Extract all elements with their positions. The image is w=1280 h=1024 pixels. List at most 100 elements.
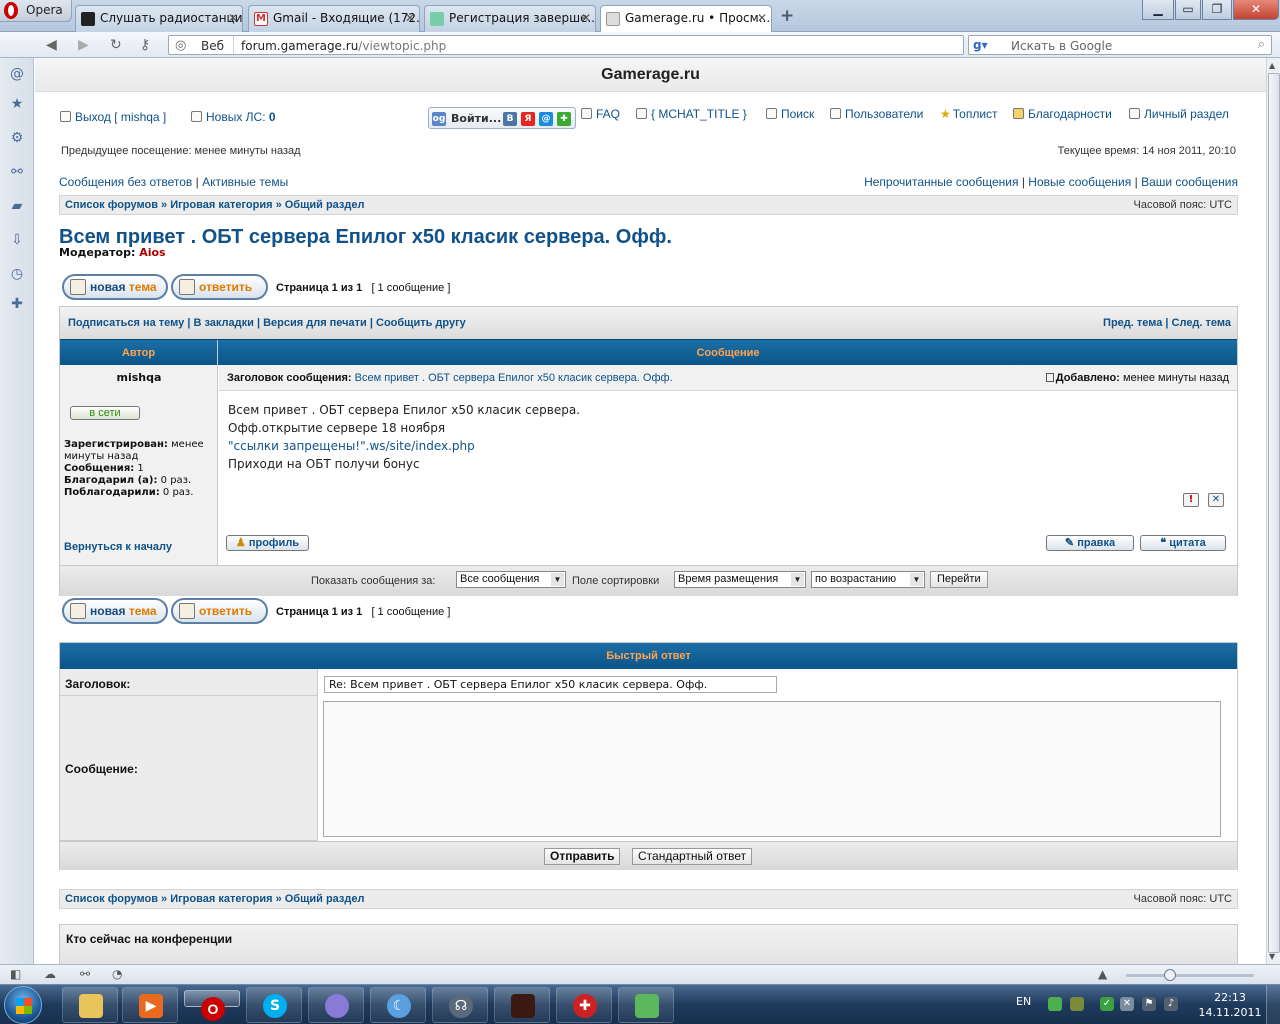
forward-icon[interactable]: ▶ (78, 37, 89, 53)
restore-button[interactable]: ▭ (1175, 0, 1201, 20)
author-name[interactable]: mishqa (60, 371, 218, 384)
action-center-icon[interactable]: ⚑ (1142, 997, 1156, 1011)
back-to-top-link[interactable]: Вернуться к началу (64, 541, 172, 553)
standard-reply-button[interactable]: Стандартный ответ (632, 848, 753, 865)
turbo-cloud-icon[interactable]: ☁ (44, 967, 56, 981)
edit-button[interactable]: ✎ правка (1046, 535, 1134, 551)
unite-icon[interactable]: ⚯ (80, 967, 90, 981)
tab-registration[interactable]: Регистрация заверше... ✕ (424, 5, 596, 32)
volume-icon[interactable]: ♪ (1164, 997, 1178, 1011)
sort-field-select[interactable]: Время размещения ▼ (674, 571, 806, 588)
opera-menu-button[interactable]: Opera (0, 0, 72, 22)
back-icon[interactable]: ◀ (46, 37, 57, 53)
topic-nav-links[interactable]: Пред. тема | След. тема (1103, 317, 1231, 329)
message-textarea[interactable] (323, 701, 1221, 837)
start-button[interactable] (4, 986, 42, 1024)
topic-options-links[interactable]: Подписаться на тему | В закладки | Верси… (68, 317, 466, 329)
new-pm-link[interactable]: Новых ЛС: 0 (191, 110, 276, 124)
search-icon[interactable]: ⌕ (1258, 37, 1265, 52)
scroll-thumb[interactable] (1268, 73, 1280, 953)
reply-button[interactable]: ответить (171, 598, 268, 624)
tab-gmail[interactable]: M Gmail - Входящие (172... ✕ (248, 5, 420, 32)
reload-icon[interactable]: ↻ (110, 37, 122, 53)
mail-icon[interactable]: @ (9, 66, 25, 82)
zoom-slider[interactable] (1126, 969, 1254, 981)
zoom-knob[interactable] (1164, 969, 1176, 981)
minimize-button[interactable]: ▁ (1142, 0, 1174, 20)
personal-link[interactable]: Личный раздел (1129, 107, 1229, 121)
taskbar-app2[interactable]: ☾ (370, 987, 426, 1023)
taskbar-plus-app[interactable]: ✚ (556, 987, 612, 1023)
social-login-box[interactable]: og Войти... В Я @ ✚ (428, 107, 576, 129)
taskbar-skype[interactable]: S (246, 987, 302, 1023)
tab-radio[interactable]: Слушать радиостанци... ✕ (75, 5, 243, 32)
address-bar[interactable]: ◎ Веб forum.gamerage.ru/viewtopic.php (168, 35, 964, 55)
add-panel-icon[interactable]: ✚ (9, 296, 25, 312)
new-posts-link[interactable]: Новые сообщения (1028, 175, 1131, 189)
taskbar-app[interactable] (308, 987, 364, 1023)
close-tab-icon[interactable]: ✕ (228, 11, 238, 25)
taskbar-game[interactable] (494, 987, 550, 1023)
clock[interactable]: 22:13 14.11.2011 (1198, 990, 1262, 1020)
panel-toggle-icon[interactable]: ◧ (10, 967, 21, 981)
unite-icon[interactable]: ⚯ (9, 164, 25, 180)
active-topics-link[interactable]: Активные темы (202, 175, 288, 189)
scroll-down-icon[interactable]: ▼ (1269, 952, 1275, 961)
report-icon[interactable]: ! (1183, 493, 1199, 507)
speed-icon[interactable]: ◔ (112, 967, 122, 981)
go-button[interactable]: Перейти (930, 571, 988, 588)
taskbar-installer[interactable] (618, 987, 674, 1023)
breadcrumb-links[interactable]: Список форумов » Игровая категория » Общ… (65, 893, 365, 905)
show-posts-select[interactable]: Все сообщения ▼ (456, 571, 566, 588)
taskbar-media-player[interactable]: ▶ (122, 987, 178, 1023)
history-clock-icon[interactable]: ◷ (9, 266, 25, 282)
bookmarks-star-icon[interactable]: ★ (9, 96, 25, 112)
tab-gamerage[interactable]: Gamerage.ru • Просм... ✕ (600, 5, 772, 33)
faq-link[interactable]: FAQ (581, 107, 620, 121)
post-page-icon[interactable] (1045, 373, 1054, 382)
subject-link[interactable]: Всем привет . ОБТ сервера Епилог x50 кла… (355, 372, 673, 384)
mailru-icon[interactable]: @ (539, 112, 553, 126)
close-tab-icon[interactable]: ✕ (581, 11, 591, 25)
reply-button[interactable]: ответить (171, 274, 268, 300)
subject-field[interactable]: Re: Всем привет . ОБТ сервера Епилог x50… (324, 676, 777, 693)
sort-order-select[interactable]: по возрастанию ▼ (811, 571, 925, 588)
tray-check-icon[interactable]: ✓ (1100, 997, 1114, 1011)
tray-chat-icon[interactable] (1048, 997, 1062, 1011)
mchat-link[interactable]: { MCHAT_TITLE } (636, 107, 747, 121)
breadcrumb-links[interactable]: Список форумов » Игровая категория » Общ… (65, 199, 365, 211)
close-tab-icon[interactable]: ✕ (757, 11, 767, 25)
yandex-icon[interactable]: Я (521, 112, 535, 126)
logout-link[interactable]: Выход [ mishqa ] (60, 110, 166, 124)
new-topic-button[interactable]: новая тема (62, 274, 168, 300)
new-topic-button[interactable]: новая тема (62, 598, 168, 624)
maximize-button[interactable]: ❐ (1202, 0, 1232, 20)
vertical-scrollbar[interactable]: ▲ ▼ (1266, 58, 1280, 964)
unread-posts-link[interactable]: Непрочитанные сообщения (864, 175, 1018, 189)
network-icon[interactable]: ✕ (1120, 997, 1134, 1011)
search-box[interactable]: g▾ Искать в Google ⌕ (968, 35, 1272, 55)
close-tab-icon[interactable]: ✕ (405, 11, 415, 25)
language-indicator[interactable]: EN (1016, 995, 1031, 1008)
key-icon[interactable]: ⚷ (140, 37, 150, 53)
tray-app-icon[interactable] (1070, 997, 1084, 1011)
thanks-link[interactable]: Благодарности (1013, 107, 1112, 121)
members-link[interactable]: Пользователи (830, 107, 923, 121)
taskbar-explorer[interactable] (62, 987, 118, 1023)
downloads-icon[interactable]: ⇩ (9, 232, 25, 248)
show-desktop-button[interactable] (1266, 985, 1280, 1024)
moderator-name[interactable]: Aios (139, 246, 165, 259)
profile-button[interactable]: ♟ профиль (226, 535, 309, 551)
submit-button[interactable]: Отправить (544, 848, 621, 865)
vk-icon[interactable]: В (503, 112, 517, 126)
google-plus-icon[interactable]: ✚ (557, 112, 571, 126)
search-link[interactable]: Поиск (766, 107, 814, 121)
view-up-icon[interactable]: ▲ (1098, 967, 1107, 981)
address-url[interactable]: forum.gamerage.ru/viewtopic.php (241, 39, 446, 53)
scroll-up-icon[interactable]: ▲ (1269, 61, 1275, 70)
delete-icon[interactable]: ✕ (1208, 493, 1224, 507)
your-posts-link[interactable]: Ваши сообщения (1141, 175, 1238, 189)
unanswered-link[interactable]: Сообщения без ответов (59, 175, 192, 189)
quote-button[interactable]: ❝ цитата (1140, 535, 1226, 551)
notes-icon[interactable]: ▰ (9, 198, 25, 214)
